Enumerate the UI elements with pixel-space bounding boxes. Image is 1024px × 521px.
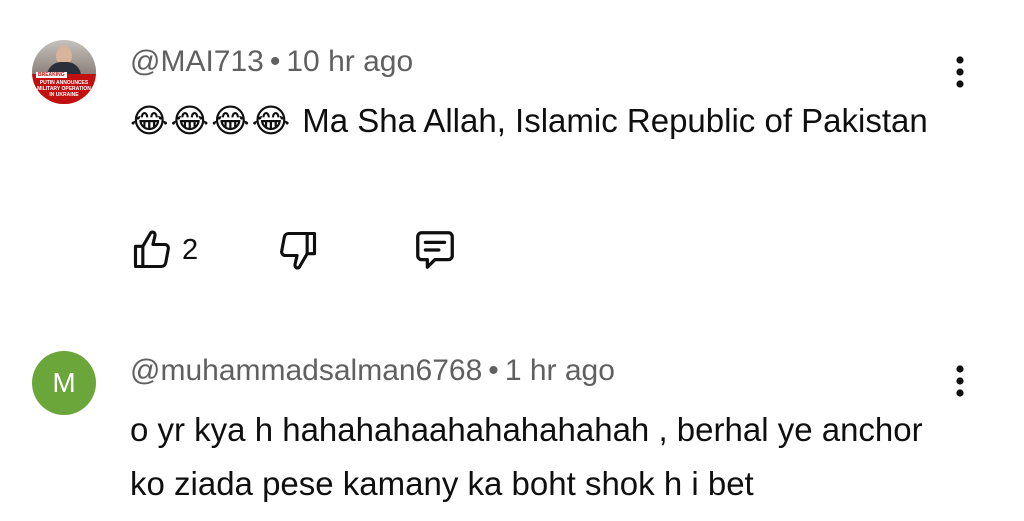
more-vertical-icon bbox=[956, 56, 964, 88]
avatar-caption: PUTIN ANNOUNCES MILITARY OPERATION IN UK… bbox=[37, 80, 91, 98]
avatar[interactable]: BREAKING PUTIN ANNOUNCES MILITARY OPERAT… bbox=[32, 40, 96, 104]
more-options-button[interactable] bbox=[942, 48, 978, 96]
like-button[interactable]: 2 bbox=[130, 226, 198, 274]
comments-list: BREAKING PUTIN ANNOUNCES MILITARY OPERAT… bbox=[0, 0, 1024, 521]
comment-text: o yr kya h hahahahaahahahahahah , berhal… bbox=[130, 403, 930, 511]
avatar-tag: BREAKING bbox=[36, 72, 67, 78]
comment-emoji: 😂😂😂😂 bbox=[130, 102, 293, 139]
meta-separator: • bbox=[269, 45, 281, 78]
author-handle[interactable]: @muhammadsalman6768 bbox=[130, 354, 482, 387]
author-handle[interactable]: @MAI713 bbox=[130, 45, 264, 78]
comment-item: M @muhammadsalman6768 • 1 hr ago o yr kya … bbox=[0, 345, 1024, 521]
more-options-button[interactable] bbox=[942, 357, 978, 405]
comment-meta: @MAI713 • 10 hr ago bbox=[130, 44, 413, 80]
avatar[interactable]: M bbox=[32, 351, 96, 415]
comment-time[interactable]: 10 hr ago bbox=[286, 45, 413, 78]
comment-meta: @muhammadsalman6768 • 1 hr ago bbox=[130, 353, 615, 389]
more-vertical-icon bbox=[956, 365, 964, 397]
dislike-button[interactable] bbox=[276, 226, 320, 274]
reply-button[interactable] bbox=[412, 226, 458, 274]
thumbs-down-icon bbox=[280, 231, 317, 270]
reply-comment-icon bbox=[416, 231, 454, 269]
comment-body: o yr kya h hahahahaahahahahahah , berhal… bbox=[130, 411, 923, 502]
like-count: 2 bbox=[182, 233, 199, 266]
comment-body: Ma Sha Allah, Islamic Republic of Pakist… bbox=[302, 102, 928, 139]
thumbs-up-icon bbox=[133, 230, 170, 269]
comment-text: 😂😂😂😂 Ma Sha Allah, Islamic Republic of Pa… bbox=[130, 94, 930, 148]
comment-item: BREAKING PUTIN ANNOUNCES MILITARY OPERAT… bbox=[0, 38, 1024, 328]
comment-time[interactable]: 1 hr ago bbox=[505, 354, 615, 387]
meta-separator: • bbox=[488, 354, 499, 387]
